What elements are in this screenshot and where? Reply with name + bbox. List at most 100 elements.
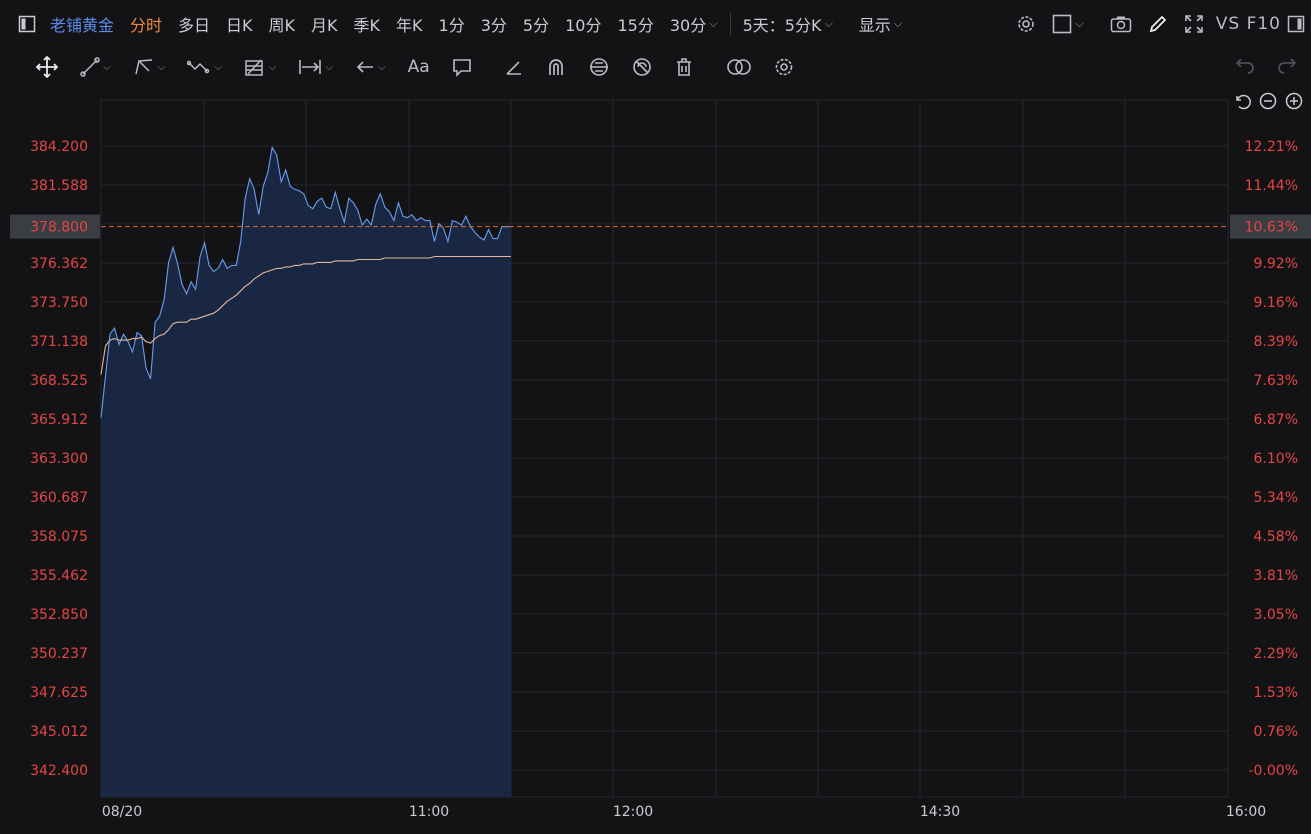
chevron-down-icon: ⌵ — [157, 61, 166, 73]
range-tool[interactable]: ⌵ — [298, 57, 333, 77]
polyline-tool[interactable]: ⌵ — [133, 57, 166, 77]
chevron-down-icon: ⌵ — [268, 61, 277, 73]
tab-intraday[interactable]: 分时 — [122, 9, 170, 39]
overlay-compare-icon[interactable] — [726, 57, 752, 77]
y-tick-label-right: 3.81% — [1254, 568, 1298, 584]
tab-15min[interactable]: 15分 — [609, 9, 661, 39]
layout-select[interactable]: ⌵ — [1052, 14, 1084, 34]
tab-30min-label: 30分 — [669, 16, 707, 35]
y-tick-label-left: 384.200 — [30, 139, 88, 155]
tab-multi-day[interactable]: 多日 — [170, 9, 218, 39]
y-tick-label-left: 347.625 — [30, 685, 88, 701]
y-tick-label-left: 355.462 — [30, 568, 88, 584]
settings-gear-icon[interactable] — [1016, 14, 1036, 34]
fullscreen-icon[interactable] — [1184, 14, 1204, 34]
reference-label-right: 10.63% — [1245, 220, 1298, 236]
chevron-down-icon: ⌵ — [103, 61, 111, 73]
y-tick-label-left: 363.300 — [30, 451, 88, 467]
move-cross-icon[interactable] — [36, 56, 58, 78]
y-tick-label-left: 373.750 — [30, 295, 88, 311]
y-tick-label-right: 11.44% — [1245, 178, 1298, 194]
tab-5min[interactable]: 5分 — [515, 9, 557, 39]
y-tick-label-left: 368.525 — [30, 373, 88, 389]
wave-tool[interactable]: ⌵ — [187, 57, 222, 77]
x-tick-label: 11:00 — [409, 804, 449, 820]
tab-1min[interactable]: 1分 — [431, 9, 473, 39]
panel-toggle-icon[interactable] — [1287, 15, 1305, 33]
y-tick-label-left: 381.588 — [30, 178, 88, 194]
camera-icon[interactable] — [1110, 15, 1132, 33]
y-tick-label-left: 358.075 — [30, 529, 88, 545]
fib-tool[interactable]: ⌵ — [244, 57, 277, 77]
y-tick-label-right: 9.92% — [1254, 256, 1298, 272]
reset-icon[interactable] — [1233, 92, 1251, 110]
period-select-label: 5天：5分K — [742, 16, 822, 35]
y-tick-label-right: 6.87% — [1254, 412, 1298, 428]
tab-10min[interactable]: 10分 — [557, 9, 609, 39]
y-tick-label-left: 365.912 — [30, 412, 88, 428]
divider — [729, 13, 731, 35]
stock-title[interactable]: 老铺黄金 — [44, 9, 122, 39]
chevron-down-icon: ⌵ — [824, 17, 833, 30]
y-tick-label-right: 4.58% — [1254, 529, 1298, 545]
zoom-in-icon[interactable] — [1285, 92, 1303, 110]
reference-label-left: 378.800 — [30, 220, 88, 236]
arrow-tool[interactable]: ⌵ — [355, 57, 386, 77]
line-tool[interactable]: ⌵ — [80, 57, 111, 77]
measure-angle-icon[interactable] — [504, 57, 524, 77]
y-tick-label-left: 352.850 — [30, 607, 88, 623]
period-select[interactable]: 5天：5分K ⌵ — [735, 9, 841, 39]
tab-daily-k[interactable]: 日K — [218, 9, 261, 39]
chevron-down-icon: ⌵ — [1075, 17, 1084, 30]
y-tick-label-left: 376.362 — [30, 256, 88, 272]
y-tick-label-right: 1.53% — [1254, 685, 1298, 701]
y-tick-label-left: 345.012 — [30, 724, 88, 740]
hide-drawing-icon[interactable] — [632, 57, 652, 77]
x-tick-label: 12:00 — [613, 804, 653, 820]
tab-quarterly-k[interactable]: 季K — [346, 9, 389, 39]
top-right-tools: ⌵ VS F10 — [1000, 0, 1305, 48]
vs-f10-button[interactable]: VS F10 — [1216, 14, 1281, 34]
y-tick-label-left: 371.138 — [30, 334, 88, 350]
chart-canvas[interactable]: 384.200 381.588 376.362 373.750 371.138 368.5… — [0, 0, 1311, 834]
tab-3min[interactable]: 3分 — [473, 9, 515, 39]
x-tick-label: 16:00 — [1226, 804, 1266, 820]
chevron-down-icon: ⌵ — [214, 61, 222, 73]
x-axis: 08/20 11:00 12:00 14:30 16:00 — [102, 804, 1266, 820]
y-tick-label-right: -0.00% — [1248, 763, 1298, 779]
y-tick-label-right: 5.34% — [1254, 490, 1298, 506]
pencil-icon[interactable] — [1148, 14, 1168, 34]
trash-icon[interactable] — [674, 57, 694, 77]
drawing-settings-icon[interactable] — [774, 57, 794, 77]
tab-yearly-k[interactable]: 年K — [388, 9, 431, 39]
y-tick-label-right: 3.05% — [1254, 607, 1298, 623]
chevron-down-icon: ⌵ — [325, 61, 333, 73]
tab-30min[interactable]: 30分 ⌵ — [662, 9, 726, 39]
display-menu-label: 显示 — [858, 16, 891, 35]
undo-redo-group — [1213, 48, 1297, 86]
y-tick-label-right: 8.39% — [1254, 334, 1298, 350]
text-tool[interactable]: Aa — [408, 57, 430, 77]
tab-weekly-k[interactable]: 周K — [261, 9, 304, 39]
magnet-icon[interactable] — [546, 57, 566, 77]
chevron-down-icon: ⌵ — [377, 61, 386, 73]
zoom-controls — [1225, 92, 1303, 110]
tab-monthly-k[interactable]: 月K — [303, 9, 346, 39]
y-tick-label-right: 7.63% — [1254, 373, 1298, 389]
price-area-fill — [101, 147, 511, 797]
sidebar-toggle-icon[interactable] — [10, 9, 44, 39]
y-tick-label-right: 6.10% — [1254, 451, 1298, 467]
lock-drawing-icon[interactable] — [588, 57, 610, 77]
y-tick-label-right: 12.21% — [1245, 139, 1298, 155]
drawing-toolbar: ⌵ ⌵ ⌵ ⌵ ⌵ ⌵ Aa — [0, 48, 1311, 86]
display-menu[interactable]: 显示 ⌵ — [851, 9, 910, 39]
comment-icon[interactable] — [452, 57, 472, 77]
x-tick-label: 14:30 — [920, 804, 960, 820]
y-tick-label-left: 342.400 — [30, 763, 88, 779]
redo-icon[interactable] — [1277, 56, 1297, 79]
y-tick-label-right: 2.29% — [1254, 646, 1298, 662]
undo-icon[interactable] — [1235, 56, 1255, 79]
chevron-down-icon: ⌵ — [709, 17, 718, 30]
zoom-out-icon[interactable] — [1259, 92, 1277, 110]
x-tick-label: 08/20 — [102, 804, 142, 820]
